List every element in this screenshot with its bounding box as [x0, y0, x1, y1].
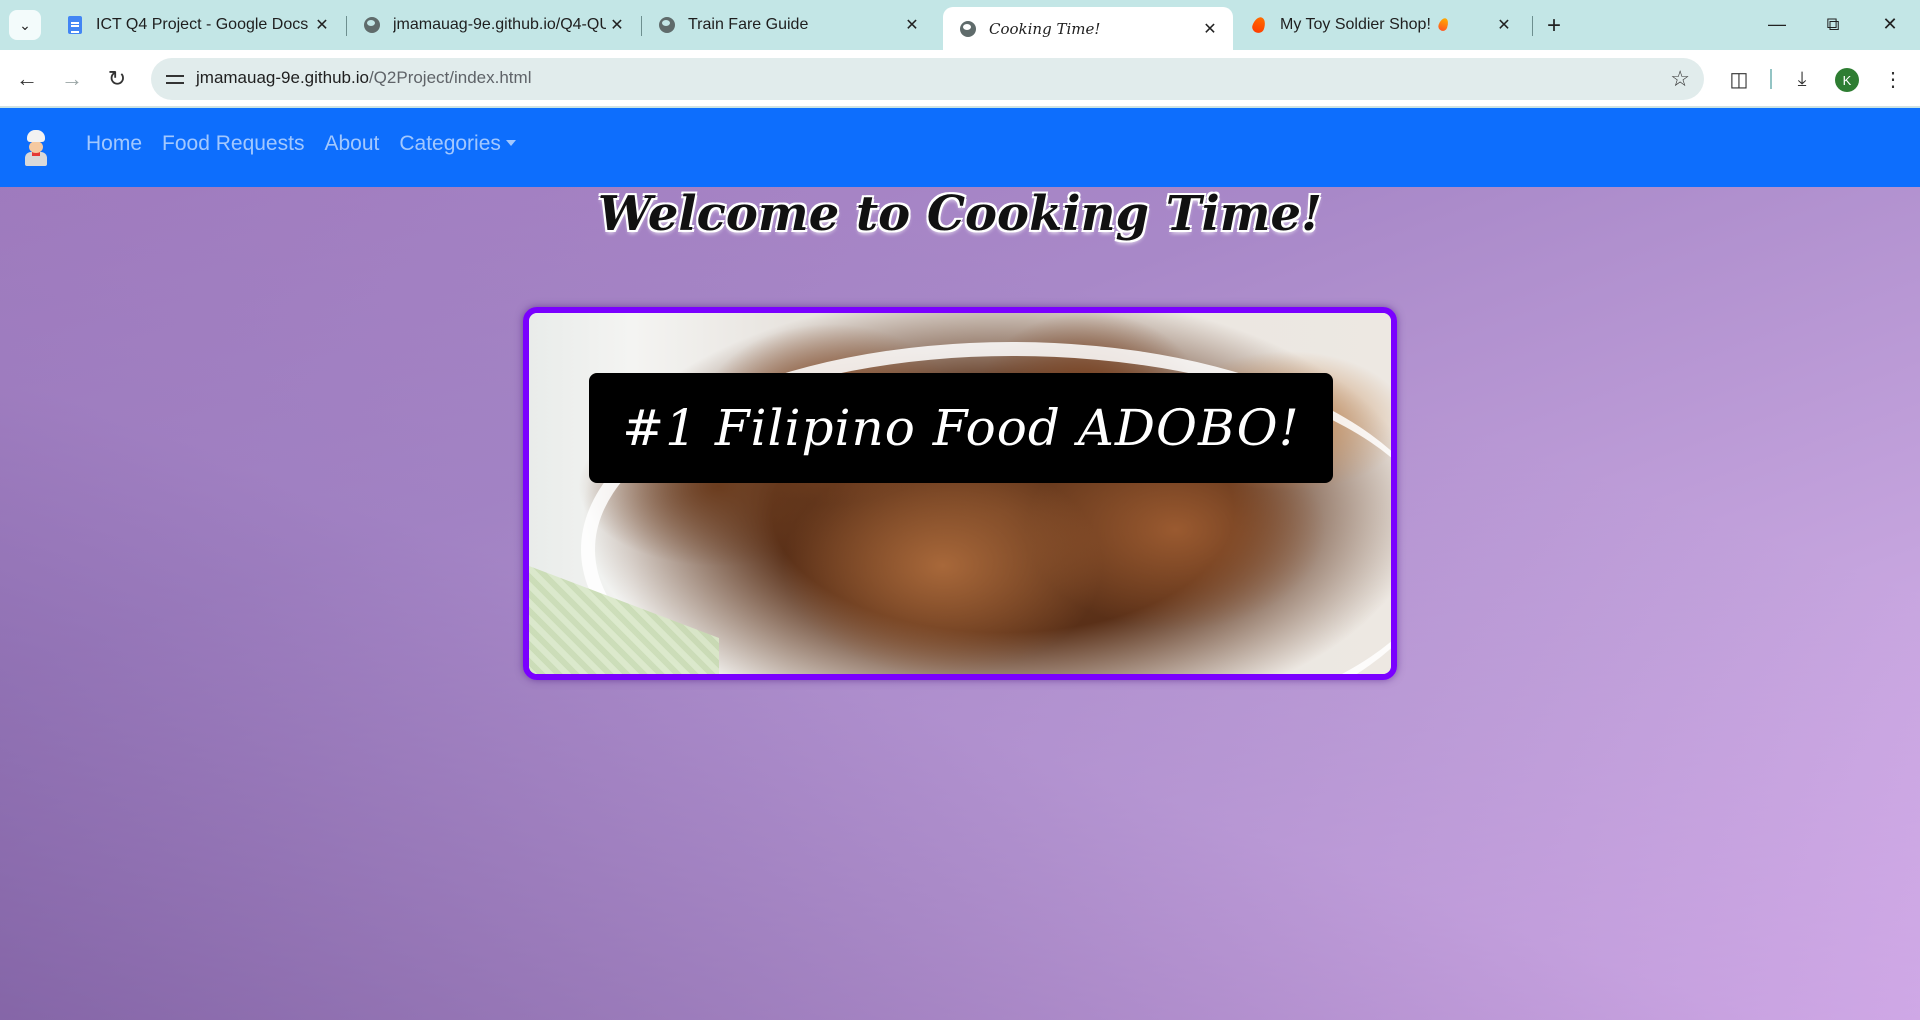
fire-icon: [1250, 15, 1268, 35]
close-tab-icon[interactable]: ✕: [901, 14, 923, 36]
page-title: Welcome to Cooking Time!: [597, 186, 1323, 242]
close-tab-icon[interactable]: ✕: [1493, 14, 1515, 36]
restore-icon: ⧉: [1826, 13, 1840, 34]
tab-separator: [1532, 16, 1533, 36]
minimize-icon: —: [1768, 13, 1786, 34]
tab-q4-quiz[interactable]: jmamauag-9e.github.io/Q4-QU ✕: [347, 8, 640, 42]
tab-title: Cooking Time!: [989, 19, 1101, 38]
globe-icon: [959, 20, 977, 38]
fire-icon: [1436, 17, 1450, 33]
restore-button[interactable]: ⧉: [1808, 6, 1858, 42]
globe-icon: [363, 16, 381, 34]
minimize-button[interactable]: —: [1752, 6, 1802, 42]
chef-logo-icon[interactable]: [20, 130, 52, 166]
plus-icon: +: [1546, 12, 1561, 39]
tab-google-docs[interactable]: ICT Q4 Project - Google Docs ✕: [50, 8, 345, 42]
google-docs-icon: [66, 16, 84, 34]
browser-toolbar: ← → ↻ jmamauag-9e.github.io/Q2Project/in…: [0, 50, 1920, 107]
tune-icon: [166, 73, 184, 85]
tab-title: ICT Q4 Project - Google Docs: [96, 16, 309, 33]
url-text[interactable]: jmamauag-9e.github.io/Q2Project/index.ht…: [196, 68, 531, 88]
chevron-down-icon: ⌄: [19, 16, 31, 33]
reload-icon: ↻: [107, 66, 127, 91]
toolbar-separator: [1770, 69, 1772, 89]
bookmark-star-icon[interactable]: ☆: [1670, 66, 1690, 92]
categories-label: Categories: [399, 132, 501, 155]
close-tab-icon[interactable]: ✕: [311, 14, 333, 36]
tab-train-fare-guide[interactable]: Train Fare Guide ✕: [642, 8, 935, 42]
caret-down-icon: [505, 139, 516, 146]
close-icon: ✕: [1882, 13, 1898, 34]
forward-button[interactable]: →: [55, 62, 89, 96]
address-bar[interactable]: jmamauag-9e.github.io/Q2Project/index.ht…: [151, 58, 1704, 100]
tab-title: Train Fare Guide: [688, 16, 809, 33]
new-tab-button[interactable]: +: [1540, 12, 1568, 40]
page-viewport: Home Food Requests About Categories Welc…: [0, 108, 1920, 1020]
browser-tabstrip: ⌄ ICT Q4 Project - Google Docs ✕ jmamaua…: [0, 0, 1920, 50]
close-window-button[interactable]: ✕: [1865, 6, 1915, 42]
extensions-icon[interactable]: ◫: [1724, 64, 1754, 94]
reload-button[interactable]: ↻: [100, 62, 134, 96]
arrow-left-icon: ←: [16, 66, 38, 91]
url-domain: jmamauag-9e.github.io: [196, 68, 369, 87]
download-icon[interactable]: ⤓: [1787, 64, 1817, 94]
tab-cooking-time[interactable]: Cooking Time! ✕: [943, 7, 1233, 50]
site-info-button[interactable]: [160, 64, 190, 94]
tab-toy-soldier-shop[interactable]: My Toy Soldier Shop! ✕: [1234, 8, 1527, 42]
url-path: /Q2Project/index.html: [368, 68, 532, 87]
close-tab-icon[interactable]: ✕: [606, 14, 628, 36]
more-menu-icon[interactable]: ⋮: [1878, 64, 1908, 94]
tab-search-button[interactable]: ⌄: [9, 10, 41, 40]
profile-avatar[interactable]: K: [1835, 68, 1859, 92]
tab-title: My Toy Soldier Shop!: [1280, 16, 1493, 34]
nav-links: Home Food Requests About Categories: [76, 132, 526, 156]
site-navbar: Home Food Requests About Categories: [0, 108, 1920, 187]
globe-icon: [658, 16, 676, 34]
back-button[interactable]: ←: [10, 62, 44, 96]
nav-food-requests-link[interactable]: Food Requests: [152, 132, 314, 156]
nav-home-link[interactable]: Home: [76, 132, 152, 156]
arrow-right-icon: →: [61, 66, 83, 91]
nav-categories-dropdown[interactable]: Categories: [389, 132, 526, 156]
nav-about-link[interactable]: About: [314, 132, 389, 156]
tab-title: jmamauag-9e.github.io/Q4-QU: [393, 16, 606, 33]
close-tab-icon[interactable]: ✕: [1199, 18, 1221, 40]
hero-banner: #1 Filipino Food ADOBO!: [523, 307, 1397, 680]
hero-caption: #1 Filipino Food ADOBO!: [589, 373, 1333, 483]
